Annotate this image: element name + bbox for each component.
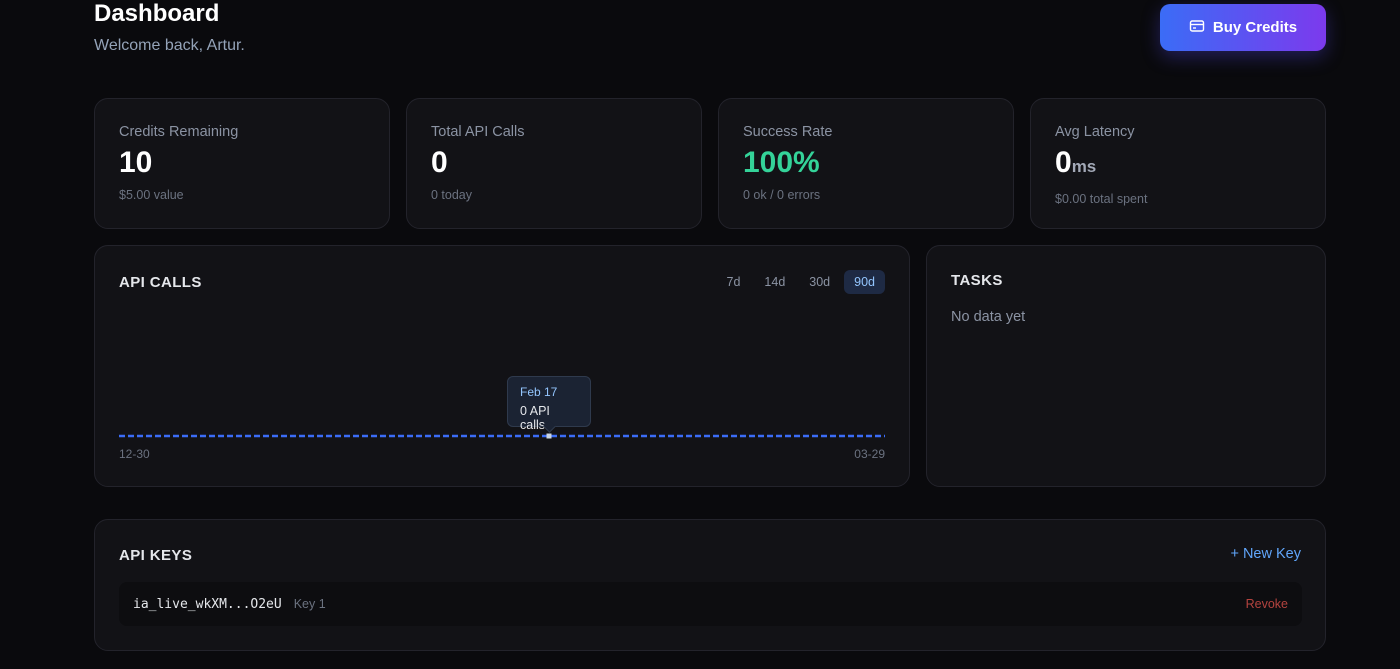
api-key-value[interactable]: ia_live_wkXM...O2eU <box>133 597 282 612</box>
x-axis-end-label: 03-29 <box>854 447 885 461</box>
page-title: Dashboard <box>94 0 220 27</box>
stat-label: Credits Remaining <box>119 124 239 140</box>
tooltip-value: 0 API calls <box>520 404 550 432</box>
buy-credits-button[interactable]: Buy Credits <box>1160 4 1326 51</box>
welcome-subtitle: Welcome back, Artur. <box>94 37 245 54</box>
x-axis-start-label: 12-30 <box>119 447 150 461</box>
stat-card-credits: Credits Remaining 10 $5.00 value <box>94 98 390 229</box>
range-tab-14d[interactable]: 14d <box>754 270 795 294</box>
range-tab-90d[interactable]: 90d <box>844 270 885 294</box>
stat-value: 0ms <box>1055 146 1097 179</box>
tasks-title: TASKS <box>951 272 1003 289</box>
api-calls-chart-card: API CALLS 7d 14d 30d 90d 12-30 03-29 Feb… <box>94 245 910 487</box>
stat-card-api-calls: Total API Calls 0 0 today <box>406 98 702 229</box>
stat-sub: $5.00 value <box>119 188 184 202</box>
api-calls-line-chart[interactable] <box>119 366 885 446</box>
revoke-key-button[interactable]: Revoke <box>1246 597 1288 611</box>
stat-sub: $0.00 total spent <box>1055 192 1148 206</box>
stat-unit: ms <box>1071 157 1097 176</box>
stat-label: Success Rate <box>743 124 833 140</box>
credit-card-icon <box>1189 18 1205 38</box>
range-tab-7d[interactable]: 7d <box>717 270 751 294</box>
stat-card-success-rate: Success Rate 100% 0 ok / 0 errors <box>718 98 1014 229</box>
page-header: Dashboard Welcome back, Artur. <box>94 0 245 55</box>
chart-title: API CALLS <box>119 274 202 291</box>
stat-value: 10 <box>119 146 153 179</box>
stat-label: Total API Calls <box>431 124 525 140</box>
stat-value: 0 <box>431 146 448 179</box>
buy-credits-label: Buy Credits <box>1212 19 1298 36</box>
tasks-empty-state: No data yet <box>951 309 1026 325</box>
tasks-card: TASKS No data yet <box>926 245 1326 487</box>
stat-label: Avg Latency <box>1055 124 1135 140</box>
stat-card-avg-latency: Avg Latency 0ms $0.00 total spent <box>1030 98 1326 229</box>
chart-tooltip: Feb 17 0 API calls <box>507 376 591 432</box>
api-keys-card: API KEYS + New Key ia_live_wkXM...O2eU K… <box>94 519 1326 651</box>
api-key-name: Key 1 <box>293 597 326 611</box>
hover-point <box>546 433 552 439</box>
api-key-row: ia_live_wkXM...O2eU Key 1 Revoke <box>119 582 1302 626</box>
tooltip-date: Feb 17 <box>520 385 558 399</box>
stat-sub: 0 ok / 0 errors <box>743 188 821 202</box>
new-key-button[interactable]: + New Key <box>1230 546 1301 562</box>
range-tab-30d[interactable]: 30d <box>799 270 840 294</box>
range-tabs: 7d 14d 30d 90d <box>717 270 885 294</box>
stat-value: 100% <box>743 146 820 179</box>
api-keys-title: API KEYS <box>119 547 193 564</box>
stat-sub: 0 today <box>431 188 473 202</box>
